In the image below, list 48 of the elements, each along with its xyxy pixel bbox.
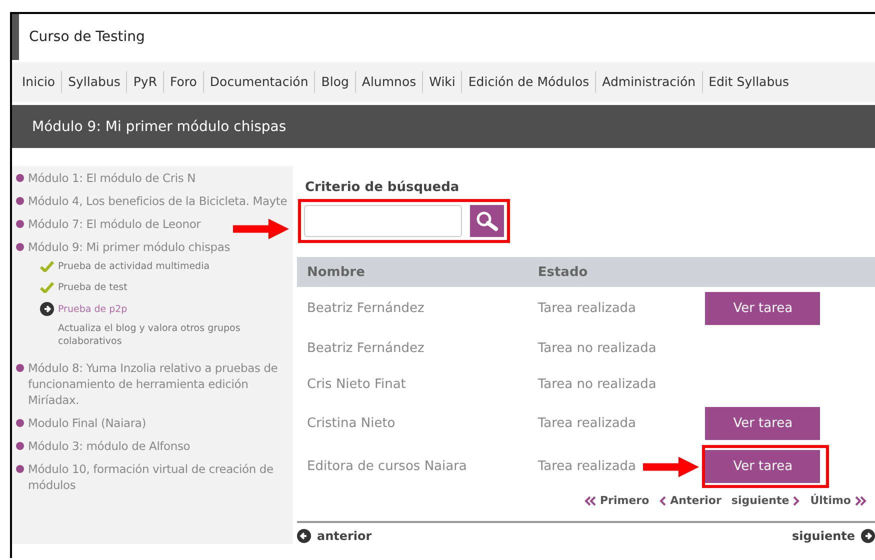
- nav-link[interactable]: Wiki: [422, 71, 462, 93]
- chevron-left-icon: [659, 496, 666, 506]
- table-cell: Cristina Nieto: [307, 416, 396, 431]
- table-cell: Tarea realizada: [538, 459, 636, 474]
- view-task-button[interactable]: Ver tarea: [705, 450, 820, 483]
- check-icon: [40, 282, 54, 293]
- nav-link[interactable]: Administración: [595, 71, 702, 93]
- double-chevron-left-icon: [584, 496, 596, 506]
- column-header: Nombre: [297, 257, 528, 287]
- previous-page-link[interactable]: Anterior: [659, 494, 722, 507]
- table-cell: Cris Nieto Finat: [307, 376, 406, 392]
- table-cell: Editora de cursos Naiara: [307, 459, 467, 474]
- pointer-arrow: [233, 218, 289, 240]
- activity-link[interactable]: Prueba de actividad multimedia: [58, 260, 210, 273]
- column-header: Estado: [528, 257, 702, 287]
- view-task-button[interactable]: Ver tarea: [705, 407, 820, 440]
- search-field[interactable]: [304, 205, 462, 237]
- activity-description: Actualiza el blog y valora otros grupos colaborativos: [58, 322, 242, 348]
- chevron-right-icon: [793, 496, 800, 506]
- nav-link[interactable]: Edición de Módulos: [461, 71, 596, 93]
- previous-link[interactable]: anterior: [297, 529, 372, 543]
- table-cell: Tarea realizada: [538, 301, 636, 316]
- pointer-arrow: [643, 456, 700, 478]
- double-chevron-right-icon: [855, 496, 867, 506]
- check-icon: [40, 261, 54, 272]
- nav-link[interactable]: Alumnos: [354, 71, 422, 93]
- table-cell: Tarea realizada: [538, 416, 636, 431]
- nav-link[interactable]: PyR: [126, 71, 164, 93]
- course-title: Curso de Testing: [29, 29, 145, 45]
- table-cell: Tarea no realizada: [538, 340, 656, 356]
- nav-link[interactable]: Documentación: [202, 71, 314, 93]
- table-cell: Beatriz Fernández: [307, 340, 424, 356]
- first-page-link[interactable]: Primero: [584, 494, 650, 507]
- last-page-link[interactable]: Último: [810, 494, 867, 507]
- module-header: Módulo 9: Mi primer módulo chispas: [12, 105, 875, 148]
- next-link[interactable]: siguiente: [792, 529, 875, 543]
- search-button[interactable]: [470, 205, 504, 237]
- nav-link[interactable]: Syllabus: [61, 71, 126, 93]
- search-label: Criterio de búsqueda: [305, 180, 460, 195]
- nav-link[interactable]: Inicio: [16, 71, 62, 93]
- nav-link[interactable]: Edit Syllabus: [702, 71, 796, 93]
- nav-link[interactable]: Foro: [163, 71, 203, 93]
- next-page-link[interactable]: siguiente: [731, 494, 800, 507]
- table-cell: Beatriz Fernández: [307, 301, 424, 316]
- activity-link[interactable]: Prueba de test: [58, 281, 128, 294]
- view-task-button[interactable]: Ver tarea: [705, 292, 820, 325]
- nav-link[interactable]: Blog: [314, 71, 355, 93]
- table-cell: Tarea no realizada: [538, 376, 656, 392]
